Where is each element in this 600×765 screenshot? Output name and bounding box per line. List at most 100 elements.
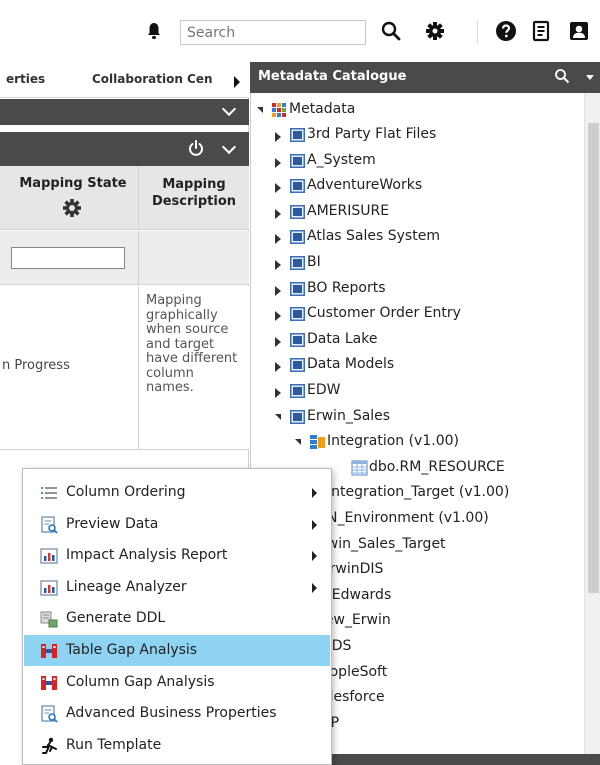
menu-item-column-ordering[interactable]: Column Ordering [24,477,330,508]
chevron-down-icon[interactable] [221,139,237,155]
column-header-mapping-description[interactable]: Mapping Description [140,176,248,210]
expand-arrow-icon[interactable] [275,208,281,219]
tree-node[interactable]: Data Lake [251,329,584,353]
menu-item-column-gap-analysis[interactable]: Column Gap Analysis [24,667,330,698]
bell-icon[interactable] [146,22,162,40]
tree-node[interactable]: Erwin_Sales [251,406,584,430]
collapse-arrow-icon[interactable] [295,439,301,446]
tab-collaboration-center[interactable]: Collaboration Cen [92,72,232,86]
lineage-icon [40,579,58,597]
database-icon [289,204,306,220]
expand-arrow-icon[interactable] [275,234,281,245]
menu-item-generate-ddl[interactable]: Generate DDL [24,603,330,634]
tree-node-label: BI [307,254,321,270]
tree-node-label: EDW [307,382,341,398]
database-icon [289,306,306,322]
menu-item-label: Table Gap Analysis [66,642,198,658]
tree-node[interactable]: Data Models [251,354,584,378]
tree-node[interactable]: Customer Order Entry [251,303,584,327]
tree-node-label: AMERISURE [307,202,390,219]
notes-icon[interactable] [530,20,552,42]
gap-icon [40,674,58,692]
tree-node[interactable]: 3rd Party Flat Files [251,124,584,148]
report-icon [40,547,58,565]
tree-node-label: BO Reports [307,279,386,296]
tree-scrollbar[interactable] [584,93,600,765]
column-divider [138,286,139,450]
database-icon [289,229,306,245]
menu-item-lineage-analyzer[interactable]: Lineage Analyzer [24,572,330,603]
menu-item-run-template[interactable]: Run Template [24,730,330,761]
expand-arrow-icon[interactable] [275,285,281,296]
tree-node-label: N_Environment (v1.00) [327,510,489,526]
user-profile-icon[interactable] [568,20,590,42]
mapping-state-cell: n Progress [2,358,70,373]
tree-node[interactable]: AMERISURE [251,201,584,225]
menu-item-label: Column Gap Analysis [66,673,215,690]
menu-item-label: Advanced Business Properties [66,705,277,722]
database-icon [289,357,306,373]
search-input[interactable] [180,20,366,45]
collapse-arrow-icon[interactable] [275,413,281,420]
database-icon [289,153,306,169]
tree-node-label: A_System [307,151,376,168]
tree-node-label: Integration_Target (v1.00) [327,484,510,501]
search-icon[interactable] [380,20,402,42]
caret-down-icon[interactable] [586,75,594,80]
column-header-mapping-state[interactable]: Mapping State [10,176,136,191]
tree-node[interactable]: Atlas Sales System [251,226,584,250]
gap-icon [40,642,58,660]
expand-arrow-icon[interactable] [275,362,281,373]
tree-node[interactable]: BO Reports [251,278,584,302]
database-icon [289,332,306,348]
database-icon [289,178,306,194]
menu-item-advanced-business-properties[interactable]: Advanced Business Properties [24,698,330,729]
list-icon [40,484,58,502]
menu-item-table-gap-analysis[interactable]: Table Gap Analysis [24,635,330,666]
tree-node[interactable]: A_System [251,150,584,174]
submenu-arrow-icon [312,488,317,498]
tab-properties[interactable]: erties [6,72,45,86]
tree-node[interactable]: Integration (v1.00) [251,431,584,455]
gear-icon[interactable] [62,198,82,218]
search-icon[interactable] [554,68,570,84]
table-row[interactable]: n Progress Mapping graphically when sour… [0,286,249,450]
ddl-icon [40,610,58,628]
catalogue-header: Metadata Catalogue [250,62,600,93]
gear-icon[interactable] [424,20,446,42]
menu-item-label: Preview Data [66,515,159,532]
mapping-state-filter-input[interactable] [11,247,125,269]
tree-node-label: 3rd Party Flat Files [307,126,437,142]
tree-node[interactable]: BI [251,252,584,276]
tree-node[interactable]: EDW [251,380,584,404]
context-menu: Column Ordering Preview Data Impact Analys… [22,468,332,765]
panel-tabs: erties Collaboration Cen [0,62,249,98]
column-divider [138,166,139,230]
expand-arrow-icon[interactable] [275,311,281,322]
tree-node-label: Integration (v1.00) [327,433,459,450]
expand-arrow-icon[interactable] [275,388,281,398]
power-icon[interactable] [188,140,204,156]
expand-arrow-icon[interactable] [275,183,281,194]
menu-item-label: Lineage Analyzer [66,578,187,595]
help-icon[interactable] [495,20,517,42]
submenu-arrow-icon [312,519,317,530]
chevron-down-icon[interactable] [221,101,237,117]
menu-item-impact-analysis-report[interactable]: Impact Analysis Report [24,540,330,571]
tree-node-label: AdventureWorks [307,177,423,194]
expand-arrow-icon[interactable] [275,336,281,347]
menu-item-preview-data[interactable]: Preview Data [24,509,330,540]
collapse-arrow-icon[interactable] [257,107,263,113]
tree-node[interactable]: AdventureWorks [251,175,584,199]
tree-node-label: Data Lake [307,330,378,347]
menu-item-label: Generate DDL [66,610,166,627]
expand-arrow-icon[interactable] [275,260,281,270]
toolbar-divider [477,20,478,44]
tab-scroll-right-icon[interactable] [234,76,240,88]
scrollbar-thumb[interactable] [588,123,599,593]
top-toolbar [0,0,600,62]
section-header [0,99,249,125]
expand-arrow-icon[interactable] [275,132,281,142]
tree-node-root[interactable]: Metadata [251,99,584,123]
expand-arrow-icon[interactable] [275,157,281,168]
